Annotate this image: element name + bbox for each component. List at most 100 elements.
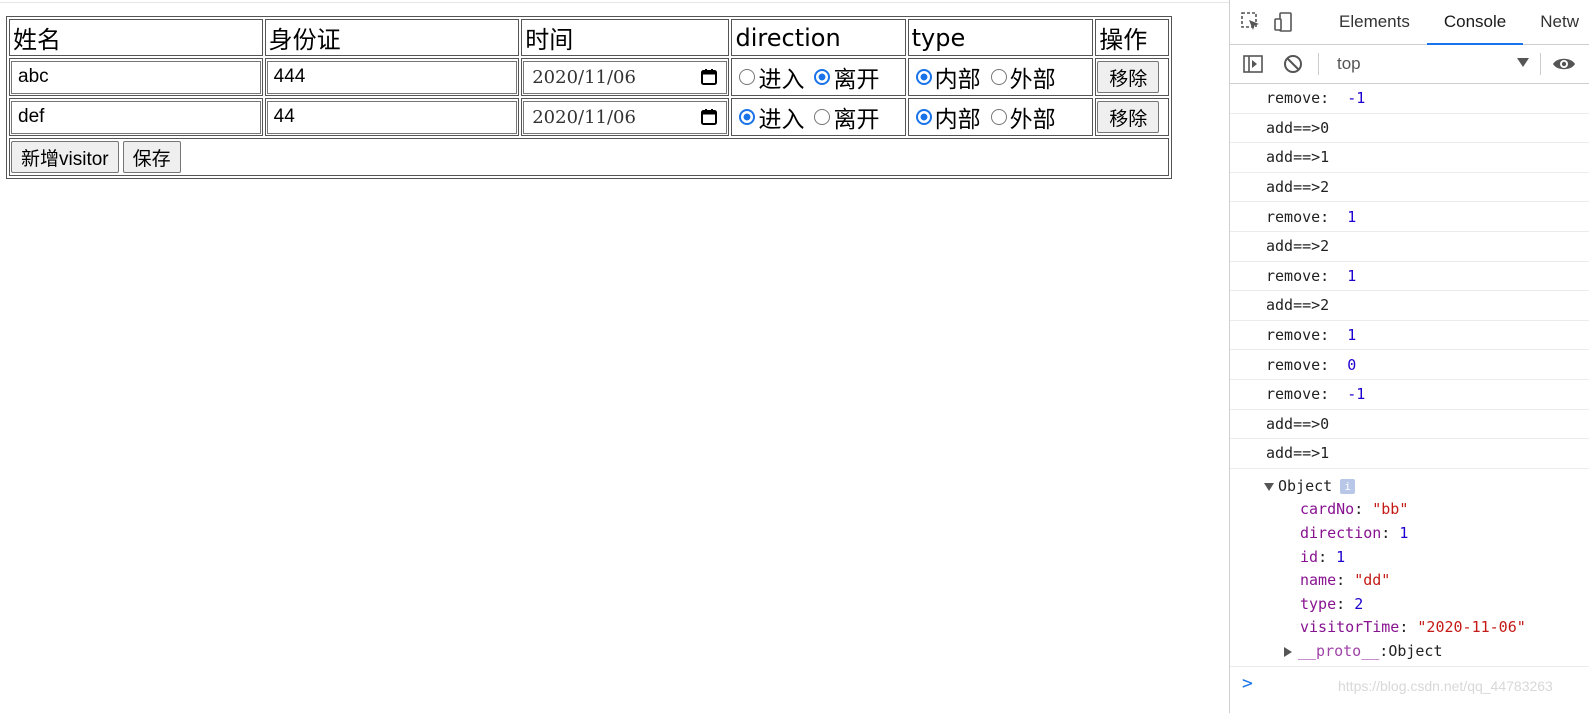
- tab-network[interactable]: Netw: [1523, 0, 1589, 44]
- save-button[interactable]: 保存: [122, 141, 181, 173]
- remove-button[interactable]: 移除: [1097, 61, 1160, 93]
- date-input[interactable]: 2020/11/06: [523, 100, 728, 134]
- type-radio[interactable]: [990, 69, 1007, 85]
- log-text: add==>0: [1266, 118, 1330, 137]
- console-output: remove: -1 add==>0 add==>1 add==>2 remove: 1…: [1230, 84, 1589, 663]
- console-log-line: remove: 1: [1230, 262, 1589, 292]
- chevron-down-icon[interactable]: [1517, 58, 1529, 67]
- device-toolbar-icon[interactable]: [1272, 11, 1294, 33]
- sidebar-toggle-icon[interactable]: [1242, 53, 1264, 75]
- proto-row[interactable]: __proto__: Object: [1264, 640, 1589, 664]
- inspect-element-icon[interactable]: [1240, 11, 1262, 33]
- direction-radio-label: 进入: [758, 67, 805, 93]
- direction-radio-label: 离开: [833, 67, 880, 93]
- calendar-icon[interactable]: [700, 108, 718, 126]
- table-row: 2020/11/06 进入 离开 内部 外部 移除: [9, 98, 1169, 136]
- console-log-line: remove: 0: [1230, 350, 1589, 380]
- object-prop: direction: 1: [1300, 523, 1409, 542]
- log-value: -1: [1347, 89, 1366, 108]
- log-value: -1: [1347, 385, 1366, 404]
- name-input[interactable]: [11, 60, 261, 94]
- log-text: remove:: [1266, 385, 1348, 404]
- expand-triangle-icon[interactable]: [1264, 482, 1274, 491]
- prop-value: "2020-11-06": [1417, 618, 1526, 637]
- add-visitor-button[interactable]: 新增visitor: [11, 141, 119, 173]
- proto-colon: :: [1379, 641, 1389, 660]
- date-cell: 2020/11/06: [521, 58, 730, 96]
- prop-key: type: [1300, 594, 1337, 613]
- prop-value: 1: [1336, 547, 1346, 566]
- id-card-input[interactable]: [266, 60, 518, 94]
- direction-radio[interactable]: [814, 109, 831, 125]
- action-cell: 移除: [1095, 58, 1169, 96]
- console-log-line: add==>1: [1230, 143, 1589, 173]
- direction-radio[interactable]: [814, 69, 831, 85]
- type-group: 内部 外部: [910, 100, 1092, 134]
- direction-cell: 进入 离开: [731, 98, 906, 136]
- visitor-table: 姓名 身份证 时间 direction type 操作 2020/11/06 进入…: [6, 16, 1172, 179]
- log-text: add==>1: [1266, 148, 1330, 167]
- type-radio[interactable]: [915, 109, 932, 125]
- calendar-icon[interactable]: [700, 68, 718, 86]
- console-log-line: add==>2: [1230, 291, 1589, 321]
- type-cell: 内部 外部: [907, 58, 1094, 96]
- object-entry[interactable]: Object i cardNo: "bb" direction: 1 id: 1 na…: [1230, 469, 1589, 664]
- top-divider: [0, 2, 1229, 3]
- console-log-line: remove: -1: [1230, 380, 1589, 410]
- console-input[interactable]: > https://blog.csdn.net/qq_44783263: [1230, 666, 1589, 707]
- log-value: 1: [1347, 207, 1357, 226]
- log-text: add==>1: [1266, 444, 1330, 463]
- header-time: 时间: [521, 19, 730, 56]
- log-text: add==>2: [1266, 296, 1330, 315]
- log-text: add==>2: [1266, 237, 1330, 256]
- eye-icon[interactable]: [1552, 54, 1576, 78]
- proto-value: Object: [1388, 641, 1443, 660]
- collapse-triangle-icon[interactable]: [1284, 646, 1292, 657]
- type-radio[interactable]: [915, 69, 932, 85]
- tab-console[interactable]: Console: [1426, 1, 1524, 45]
- context-selector[interactable]: top: [1337, 54, 1361, 74]
- log-value: 0: [1347, 355, 1357, 374]
- console-toolbar: top: [1230, 45, 1589, 84]
- prop-value: "dd": [1354, 571, 1391, 590]
- log-text: remove:: [1266, 207, 1348, 226]
- type-radio[interactable]: [990, 109, 1007, 125]
- toolbar-divider-2: [1540, 53, 1541, 75]
- header-direction: direction: [731, 19, 906, 56]
- console-log-line: add==>0: [1230, 410, 1589, 440]
- log-text: remove:: [1266, 89, 1348, 108]
- name-cell: [9, 58, 263, 96]
- object-prop: id: 1: [1300, 547, 1346, 566]
- log-text: add==>2: [1266, 178, 1330, 197]
- info-icon[interactable]: i: [1340, 479, 1356, 495]
- name-cell: [9, 98, 263, 136]
- id-card-input[interactable]: [266, 100, 518, 134]
- header-type: type: [907, 19, 1094, 56]
- date-input[interactable]: 2020/11/06: [523, 60, 728, 94]
- prop-value: "bb": [1372, 500, 1409, 519]
- object-prop: visitorTime: "2020-11-06": [1300, 618, 1526, 637]
- action-cell: 移除: [1095, 98, 1169, 136]
- prop-key: visitorTime: [1300, 618, 1400, 637]
- remove-button[interactable]: 移除: [1097, 101, 1160, 133]
- type-group: 内部 外部: [910, 60, 1092, 94]
- direction-radio[interactable]: [739, 109, 756, 125]
- direction-cell: 进入 离开: [731, 58, 906, 96]
- header-name: 姓名: [9, 19, 263, 56]
- name-input[interactable]: [11, 100, 261, 134]
- object-prop: name: "dd": [1300, 571, 1391, 590]
- date-cell: 2020/11/06: [521, 98, 730, 136]
- tab-elements[interactable]: Elements: [1322, 0, 1427, 44]
- proto-key: __proto__: [1298, 641, 1380, 660]
- object-header[interactable]: Object i: [1264, 475, 1589, 499]
- prompt-icon: >: [1242, 673, 1253, 694]
- log-text: remove:: [1266, 355, 1348, 374]
- toolbar-divider: [1318, 53, 1319, 75]
- console-log-line: remove: -1: [1230, 84, 1589, 114]
- direction-radio[interactable]: [739, 69, 756, 85]
- button-row: 新增visitor 保存: [9, 138, 1169, 176]
- console-log-line: add==>0: [1230, 114, 1589, 144]
- date-value: 2020/11/06: [532, 106, 636, 128]
- prop-value: 2: [1354, 594, 1364, 613]
- clear-console-icon[interactable]: [1282, 53, 1304, 75]
